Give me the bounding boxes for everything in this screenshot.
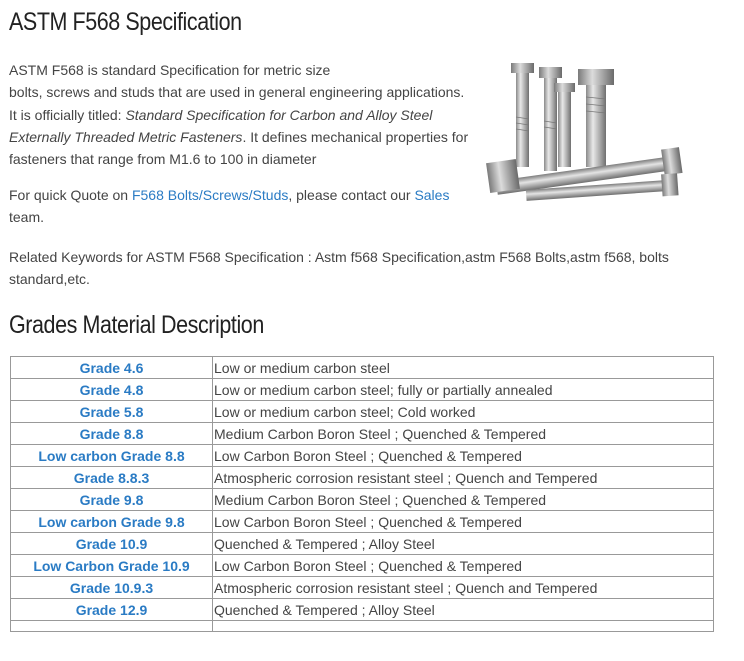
description-cell: Low or medium carbon steel (212, 356, 714, 379)
intro-line: Externally Threaded Metric Fasteners. It… (9, 126, 479, 148)
quote-paragraph: For quick Quote on F568 Bolts/Screws/Stu… (9, 184, 479, 229)
section-title: Grades Material Description (9, 311, 264, 339)
table-row: Grade 5.8 Low or medium carbon steel; Col… (10, 400, 714, 423)
bolts-screws-studs-link[interactable]: F568 Bolts/Screws/Studs (132, 187, 288, 203)
intro-line: bolts, screws and studs that are used in… (9, 84, 465, 101)
official-title: Standard Specification for Carbon and Al… (125, 106, 433, 123)
grade-cell: Grade 8.8 (10, 422, 213, 445)
table-row: Grade 8.8.3 Atmospheric corrosion resista… (10, 466, 714, 489)
grade-cell: Grade 8.8.3 (10, 466, 213, 489)
table-row: Grade 12.9 Quenched & Tempered ; Alloy St… (10, 598, 714, 621)
description-cell: Low Carbon Boron Steel ; Quenched & Temp… (212, 444, 714, 467)
grade-cell: Low Carbon Grade 10.9 (10, 554, 213, 577)
page-title: ASTM F568 Specification (9, 8, 242, 36)
intro-line: ASTM F568 is standard Specification for … (9, 62, 331, 78)
description-cell: Low or medium carbon steel; Cold worked (212, 400, 714, 423)
empty-cell (10, 620, 213, 632)
description-cell: Atmospheric corrosion resistant steel ; … (212, 576, 714, 599)
table-row: Low carbon Grade 8.8 Low Carbon Boron Ste… (10, 444, 714, 467)
description-cell: Low Carbon Boron Steel ; Quenched & Temp… (212, 554, 714, 577)
grade-cell: Grade 10.9 (10, 532, 213, 555)
intro-line: It is officially titled: Standard Specif… (9, 104, 479, 126)
description-cell: Medium Carbon Boron Steel ; Quenched & T… (212, 422, 714, 445)
intro-paragraph: ASTM F568 is standard Specification for … (9, 59, 479, 170)
grades-table: Grade 4.6 Low or medium carbon steel Grade… (10, 356, 714, 632)
table-row: Grade 4.8 Low or medium carbon steel; ful… (10, 378, 714, 401)
quote-text: , please contact our (288, 187, 415, 203)
grade-cell: Low carbon Grade 8.8 (10, 444, 213, 467)
sales-link[interactable]: Sales (414, 187, 449, 203)
table-row: Grade 10.9 Quenched & Tempered ; Alloy St… (10, 532, 714, 555)
intro-text: . It defines mechanical properties for (242, 128, 469, 145)
grade-cell: Grade 12.9 (10, 598, 213, 621)
empty-cell (212, 620, 714, 632)
table-row: Grade 10.9.3 Atmospheric corrosion resist… (10, 576, 714, 599)
table-row: Grade 9.8 Medium Carbon Boron Steel ; Que… (10, 488, 714, 511)
grade-cell: Low carbon Grade 9.8 (10, 510, 213, 533)
table-row: Grade 4.6 Low or medium carbon steel (10, 356, 714, 379)
related-keywords: Related Keywords for ASTM F568 Specifica… (9, 246, 709, 291)
grade-cell: Grade 9.8 (10, 488, 213, 511)
official-title: Externally Threaded Metric Fasteners (9, 128, 243, 145)
quote-line: For quick Quote on F568 Bolts/Screws/Stu… (9, 184, 479, 206)
bolts-image (486, 63, 683, 201)
description-cell: Low Carbon Boron Steel ; Quenched & Temp… (212, 510, 714, 533)
description-cell: Quenched & Tempered ; Alloy Steel (212, 532, 714, 555)
description-cell: Atmospheric corrosion resistant steel ; … (212, 466, 714, 489)
table-row: Grade 8.8 Medium Carbon Boron Steel ; Que… (10, 422, 714, 445)
table-row: Low Carbon Grade 10.9 Low Carbon Boron St… (10, 554, 714, 577)
description-cell: Quenched & Tempered ; Alloy Steel (212, 598, 714, 621)
grade-cell: Grade 10.9.3 (10, 576, 213, 599)
quote-line: team. (9, 209, 45, 226)
quote-text: For quick Quote on (9, 187, 132, 203)
keywords-line: standard,etc. (9, 271, 90, 288)
description-cell: Low or medium carbon steel; fully or par… (212, 378, 714, 401)
intro-line: fasteners that range from M1.6 to 100 in… (9, 151, 317, 168)
grade-cell: Grade 4.8 (10, 378, 213, 401)
grade-cell: Grade 4.6 (10, 356, 213, 379)
table-row-empty (10, 620, 714, 632)
grade-cell: Grade 5.8 (10, 400, 213, 423)
intro-text: It is officially titled: (9, 106, 126, 123)
keywords-line: Related Keywords for ASTM F568 Specifica… (9, 249, 669, 265)
table-row: Low carbon Grade 9.8 Low Carbon Boron Ste… (10, 510, 714, 533)
description-cell: Medium Carbon Boron Steel ; Quenched & T… (212, 488, 714, 511)
